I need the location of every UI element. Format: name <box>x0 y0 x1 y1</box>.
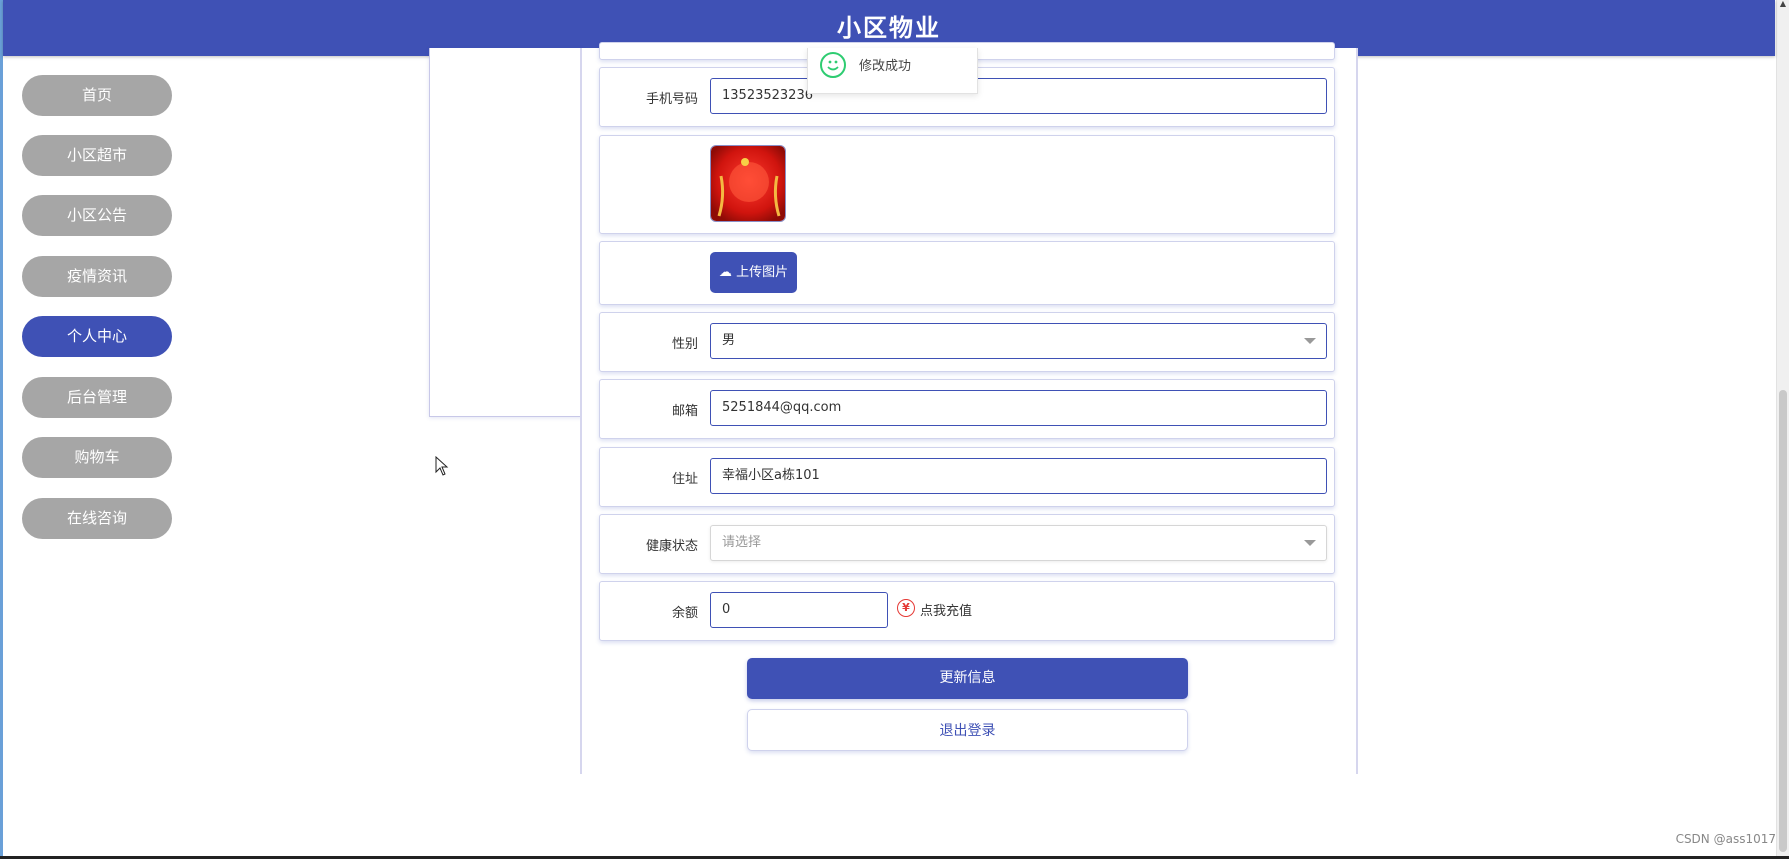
address-input[interactable]: 幸福小区a栋101 <box>710 458 1327 494</box>
form-row-email: 邮箱 5251844@qq.com <box>599 379 1335 439</box>
scrollbar-thumb[interactable] <box>1779 390 1787 852</box>
nav-cart[interactable]: 购物车 <box>22 437 172 478</box>
balance-label: 余额 <box>671 606 698 621</box>
nav-label: 小区超市 <box>66 146 127 164</box>
profile-side-panel <box>429 48 583 417</box>
form-row-upload: ☁ 上传图片 <box>599 241 1335 305</box>
nav-online-consult[interactable]: 在线咨询 <box>22 498 172 539</box>
nav-label: 首页 <box>81 86 112 104</box>
nav-home[interactable]: 首页 <box>22 75 172 116</box>
upload-button-label: 上传图片 <box>736 265 789 280</box>
logout-button[interactable]: 退出登录 <box>747 709 1188 751</box>
chevron-down-icon <box>1304 540 1316 546</box>
form-row-health: 健康状态 请选择 <box>599 514 1335 574</box>
chevron-down-icon <box>1304 338 1316 344</box>
phone-input[interactable]: 13523523236 <box>710 78 1327 114</box>
nav-personal-center[interactable]: 个人中心 <box>22 316 172 357</box>
nav-label: 在线咨询 <box>66 509 127 527</box>
nav-announcements[interactable]: 小区公告 <box>22 195 172 236</box>
success-toast: 修改成功 <box>807 48 978 94</box>
form-row-balance: 余额 0 ¥ 点我充值 <box>599 581 1335 641</box>
balance-input[interactable]: 0 <box>710 592 888 628</box>
gender-label: 性别 <box>671 337 698 352</box>
watermark: CSDN @ass1017 <box>1675 832 1776 846</box>
health-placeholder: 请选择 <box>722 535 762 550</box>
yuan-coin-icon[interactable]: ¥ <box>897 599 915 617</box>
upload-image-button[interactable]: ☁ 上传图片 <box>710 252 797 293</box>
vertical-scrollbar[interactable]: ▲ <box>1776 0 1789 856</box>
avatar-image <box>710 145 786 222</box>
recharge-link[interactable]: 点我充值 <box>920 600 972 619</box>
nav-label: 个人中心 <box>66 327 127 345</box>
scroll-up-icon[interactable]: ▲ <box>1779 0 1787 8</box>
nav-label: 后台管理 <box>66 388 127 406</box>
cloud-upload-icon: ☁ <box>718 265 732 280</box>
gender-selected-value: 男 <box>722 333 736 348</box>
form-row-address: 住址 幸福小区a栋101 <box>599 447 1335 507</box>
update-info-button[interactable]: 更新信息 <box>747 658 1188 699</box>
nav-label: 购物车 <box>74 448 120 466</box>
health-label: 健康状态 <box>645 539 698 554</box>
site-title: 小区物业 <box>837 14 941 42</box>
phone-label: 手机号码 <box>645 92 698 107</box>
health-select[interactable]: 请选择 <box>710 525 1327 561</box>
gender-select[interactable]: 男 <box>710 323 1327 359</box>
nav-label: 小区公告 <box>66 206 127 224</box>
nav-epidemic-news[interactable]: 疫情资讯 <box>22 256 172 297</box>
mouse-cursor-icon <box>435 456 449 476</box>
nav-supermarket[interactable]: 小区超市 <box>22 135 172 176</box>
address-label: 住址 <box>671 472 698 487</box>
nav-admin[interactable]: 后台管理 <box>22 377 172 418</box>
toast-message: 修改成功 <box>859 59 912 74</box>
nav-label: 疫情资讯 <box>66 267 127 285</box>
window-left-edge <box>0 0 3 859</box>
smile-icon <box>820 52 846 78</box>
form-row-gender: 性别 男 <box>599 312 1335 372</box>
email-input[interactable]: 5251844@qq.com <box>710 390 1327 426</box>
form-row-avatar <box>599 135 1335 234</box>
email-label: 邮箱 <box>671 404 698 419</box>
